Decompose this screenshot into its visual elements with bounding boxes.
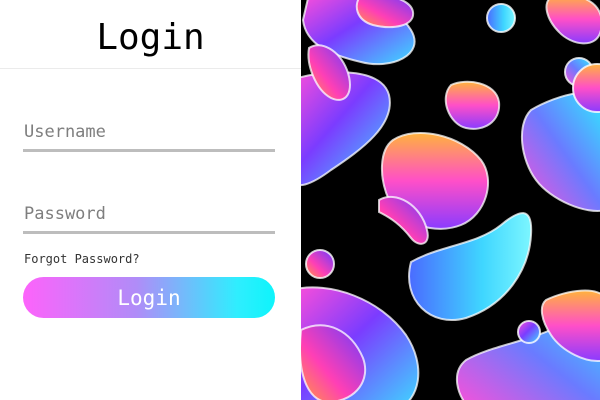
blob-top-right — [545, 0, 600, 45]
page-header: Login — [0, 0, 301, 69]
bubble-top — [486, 3, 516, 33]
password-field[interactable] — [23, 197, 275, 237]
page-title: Login — [96, 17, 205, 58]
decorative-artwork — [301, 0, 600, 400]
password-input[interactable] — [23, 197, 275, 234]
login-button[interactable]: Login — [23, 277, 275, 318]
fluid-blobs-illustration — [301, 0, 600, 400]
bubble-bottom — [517, 320, 541, 344]
username-field[interactable] — [23, 115, 275, 155]
login-panel: Login Forgot Password? Login — [0, 0, 301, 400]
bubble-left — [305, 249, 335, 279]
blob-center-top — [444, 80, 501, 130]
forgot-password-link[interactable]: Forgot Password? — [24, 252, 140, 266]
username-input[interactable] — [23, 115, 275, 152]
